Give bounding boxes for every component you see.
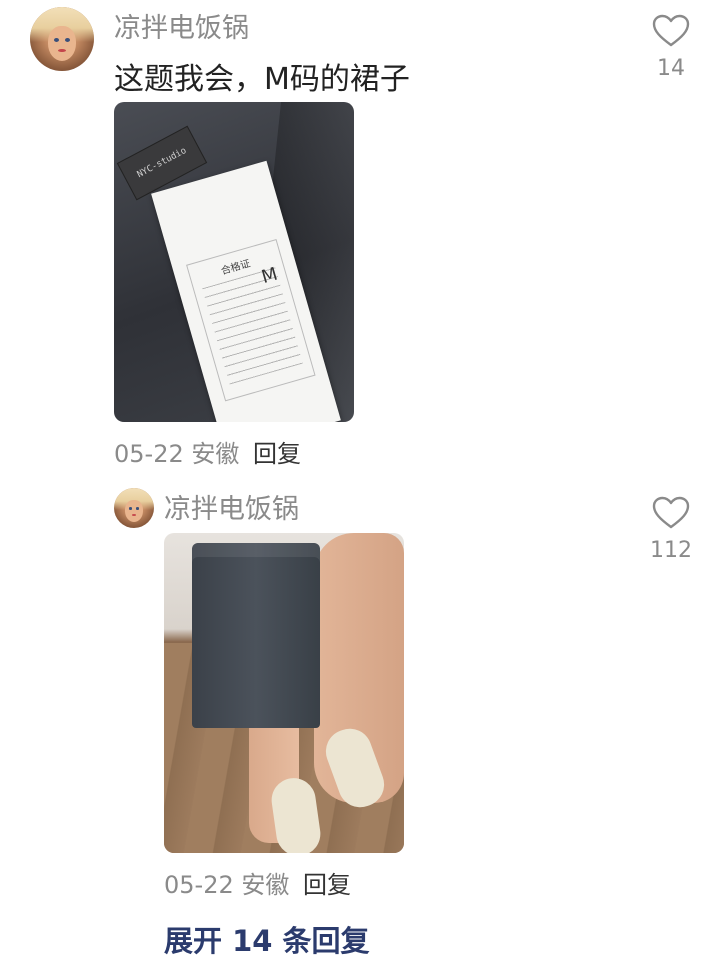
expand-replies-link[interactable]: 展开 14 条回复 bbox=[164, 918, 370, 960]
heart-outline-icon bbox=[652, 496, 690, 529]
comment-date: 05-22 bbox=[114, 440, 184, 468]
reply-button[interactable]: 回复 bbox=[303, 871, 351, 899]
heart-outline-icon bbox=[652, 14, 690, 47]
reply-photo[interactable] bbox=[164, 533, 404, 853]
like-button[interactable]: 14 bbox=[631, 14, 711, 81]
comment-meta: 05-22 安徽 回复 bbox=[114, 434, 301, 469]
label-box: 合格证 M bbox=[186, 238, 316, 402]
reply-button[interactable]: 回复 bbox=[253, 440, 301, 468]
avatar-face bbox=[125, 500, 143, 522]
like-count: 14 bbox=[657, 56, 685, 81]
avatar[interactable] bbox=[114, 488, 154, 528]
comment-username[interactable]: 凉拌电饭锅 bbox=[114, 6, 249, 45]
avatar-face bbox=[47, 26, 77, 62]
comment-photo[interactable]: NYC-studio 合格证 M bbox=[114, 102, 354, 422]
avatar[interactable] bbox=[30, 7, 94, 71]
comment-meta: 05-22 安徽 回复 bbox=[164, 865, 351, 900]
comment-location: 安徽 bbox=[241, 871, 290, 899]
skirt bbox=[192, 543, 320, 728]
like-button[interactable]: 112 bbox=[631, 496, 711, 563]
like-count: 112 bbox=[650, 538, 692, 563]
comment-text: 这题我会，M码的裙子 bbox=[114, 62, 410, 97]
comment-location: 安徽 bbox=[191, 440, 240, 468]
avatar-eye bbox=[135, 507, 140, 510]
reply-username[interactable]: 凉拌电饭锅 bbox=[164, 487, 299, 526]
label-text-lines bbox=[202, 267, 303, 385]
comment-date: 05-22 bbox=[164, 871, 234, 899]
